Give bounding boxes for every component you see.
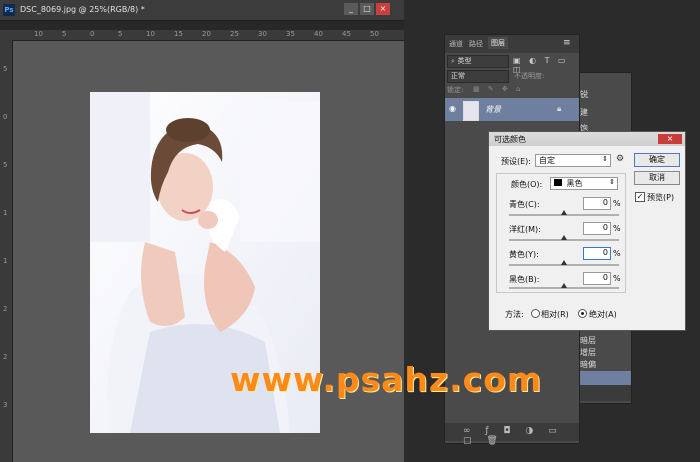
panel-item-selected[interactable]	[578, 371, 631, 385]
layer-row-background[interactable]: ◉ 背景 🔒︎	[445, 98, 579, 121]
ok-button[interactable]: 确定	[634, 153, 680, 167]
panel-item[interactable]: 建	[580, 107, 628, 120]
preview-checkbox[interactable]: ✓	[635, 192, 645, 202]
ruler-tick: 50	[370, 30, 379, 38]
lock-icon: 🔒︎	[557, 104, 562, 113]
cyan-input[interactable]: 0	[583, 197, 611, 210]
search-icon: ⌕	[451, 57, 455, 65]
ruler-tick: 25	[230, 30, 239, 38]
opacity-label: 不透明度:	[514, 72, 545, 80]
ruler-tick: 2	[3, 353, 8, 361]
ruler-tick: 10	[34, 30, 43, 38]
magenta-input[interactable]: 0	[583, 222, 611, 235]
layer-action-icons[interactable]: ∞ ƒ ◘ ◑ ▭ ▢ 🗑︎	[463, 426, 579, 446]
tab-layers[interactable]: 图层	[488, 37, 508, 49]
absolute-radio[interactable]	[578, 309, 587, 318]
black-unit: %	[613, 274, 621, 283]
lock-icons[interactable]: ▦ ✎ ✥ ⌂	[473, 85, 523, 93]
ruler-tick: 2	[3, 305, 8, 313]
dialog-title: 可选颜色	[494, 135, 526, 144]
photoshop-logo-icon: Ps	[3, 4, 15, 16]
cancel-button[interactable]: 取消	[634, 171, 680, 185]
ruler-tick: 5	[3, 161, 8, 169]
layer-thumbnail	[463, 101, 479, 121]
absolute-label: 绝对(A)	[589, 310, 617, 319]
yellow-unit: %	[613, 249, 621, 258]
maximize-icon[interactable]: □	[360, 3, 374, 15]
ruler-tick: 30	[258, 30, 267, 38]
preset-value: 自定	[539, 156, 555, 165]
layer-filter-select[interactable]: ⌕ 类型	[447, 55, 509, 68]
visibility-eye-icon[interactable]: ◉	[449, 104, 456, 113]
chevron-down-icon: ⇕	[602, 155, 608, 163]
ruler-tick: 3	[3, 401, 8, 409]
colors-label: 颜色(O):	[511, 180, 543, 189]
preset-options-icon[interactable]: ⚙	[616, 154, 624, 164]
ruler-tick: 0	[3, 113, 8, 121]
radio-dot-icon	[581, 312, 584, 315]
ruler-tick: 35	[286, 30, 295, 38]
magenta-unit: %	[613, 224, 621, 233]
ruler-tick: 45	[342, 30, 351, 38]
relative-label: 相对(R)	[541, 310, 569, 319]
ruler-top: 10 5 0 5 10 15 20 25 30 35 40 45 50	[0, 30, 404, 41]
cyan-label: 青色(C):	[509, 200, 540, 209]
black-swatch-icon	[554, 179, 562, 186]
colors-value: 黑色	[566, 179, 583, 188]
ruler-tick: 10	[146, 30, 155, 38]
layers-panel-tabs: 通道 路径 图层 ≡	[445, 35, 579, 53]
preset-select[interactable]: 自定 ⇕	[535, 154, 611, 167]
panel-footer	[578, 385, 631, 401]
layer-filter-label: 类型	[457, 57, 472, 65]
ruler-tick: 1	[3, 257, 8, 265]
preset-label: 预设(E):	[501, 157, 531, 166]
minimize-icon[interactable]: _	[344, 3, 358, 15]
relative-radio[interactable]	[531, 309, 540, 318]
ruler-tick: 40	[314, 30, 323, 38]
blend-mode-select[interactable]: 正常	[447, 70, 509, 83]
ruler-tick: 5	[118, 30, 123, 38]
selective-color-dialog: 可选颜色 × 预设(E): 自定 ⇕ ⚙ 确定 取消 ✓ 预览(P) 颜色(O)…	[488, 131, 686, 331]
close-icon[interactable]: ×	[376, 3, 390, 15]
ruler-tick: 15	[174, 30, 183, 38]
black-label: 黑色(B):	[509, 275, 540, 284]
ruler-tick: 1	[3, 209, 8, 217]
ruler-tick: 5	[3, 65, 8, 73]
cyan-unit: %	[613, 199, 621, 208]
lock-label: 锁定:	[447, 86, 464, 94]
watermark-text: www.psahz.com	[230, 360, 543, 399]
preview-label: 预览(P)	[647, 193, 675, 202]
method-label: 方法:	[505, 310, 524, 319]
layer-name: 背景	[485, 105, 501, 114]
black-slider-thumb[interactable]	[561, 283, 567, 288]
layers-footer: ∞ ƒ ◘ ◑ ▭ ▢ 🗑︎	[445, 423, 579, 446]
yellow-slider-thumb[interactable]	[561, 260, 567, 265]
ruler-tick: 20	[202, 30, 211, 38]
yellow-input[interactable]: 0	[583, 247, 611, 260]
document-titlebar[interactable]: Ps DSC_8069.jpg @ 25%(RGB/8) * _ □ ×	[0, 0, 404, 21]
ruler-tick: 0	[90, 30, 95, 38]
chevron-down-icon: ⇕	[609, 178, 615, 186]
document-title: DSC_8069.jpg @ 25%(RGB/8) *	[20, 5, 145, 14]
dialog-titlebar[interactable]: 可选颜色 ×	[489, 132, 685, 146]
tab-paths[interactable]: 路径	[469, 39, 483, 49]
yellow-label: 黄色(Y):	[509, 250, 539, 259]
tab-channels[interactable]: 通道	[449, 39, 463, 49]
black-input[interactable]: 0	[583, 272, 611, 285]
cyan-slider-thumb[interactable]	[561, 210, 567, 215]
panel-menu-icon[interactable]: ≡	[563, 38, 571, 48]
magenta-label: 洋红(M):	[509, 225, 541, 234]
panel-item[interactable]: 锐	[580, 89, 628, 102]
ruler-tick: 5	[62, 30, 67, 38]
colors-select[interactable]: 黑色 ⇕	[550, 177, 618, 190]
blend-mode-value: 正常	[451, 72, 465, 80]
dialog-close-icon[interactable]: ×	[658, 134, 682, 144]
magenta-slider-thumb[interactable]	[561, 235, 567, 240]
ruler-left: 5 0 5 1 1 2 2 3	[0, 40, 13, 462]
